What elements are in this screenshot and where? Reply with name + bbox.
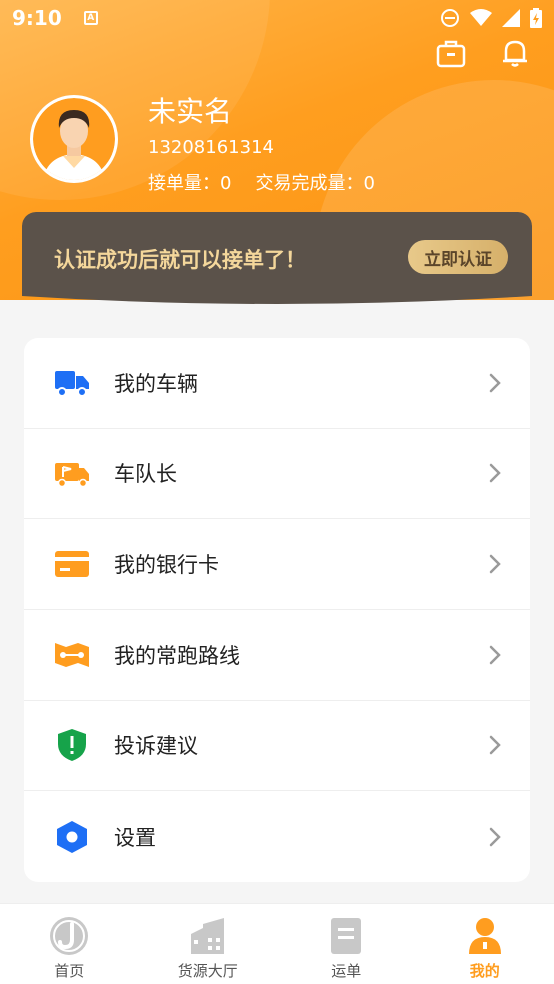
avatar[interactable]	[30, 95, 118, 183]
status-time: 9:10	[12, 6, 62, 30]
shield-alert-icon	[54, 727, 90, 763]
home-logo-icon	[50, 917, 89, 955]
menu-item-settings[interactable]: 设置	[24, 791, 530, 882]
briefcase-icon[interactable]	[434, 36, 468, 70]
menu-item-label: 我的常跑路线	[114, 643, 240, 668]
verification-message: 认证成功后就可以接单了！	[54, 248, 306, 272]
menu-item-my-vehicles[interactable]: 我的车辆	[24, 338, 530, 429]
tab-cargo-hall[interactable]: 货源大厅	[139, 904, 278, 984]
user-phone: 13208161314	[148, 137, 274, 158]
battery-icon	[530, 8, 542, 28]
fleet-flag-icon	[54, 455, 90, 491]
tab-mine[interactable]: 我的	[416, 904, 554, 984]
waybill-icon	[331, 918, 362, 954]
route-map-icon	[54, 637, 90, 673]
tab-label: 运单	[331, 962, 362, 980]
settings-hexagon-icon	[54, 819, 90, 855]
bank-card-icon	[54, 546, 90, 582]
user-stats: 接单量：0 交易完成量：0	[148, 169, 375, 195]
menu-item-label: 设置	[114, 825, 156, 850]
orders-count: 接单量：0	[148, 173, 232, 194]
status-bar: 9:10 A	[0, 0, 554, 36]
menu-item-label: 我的银行卡	[114, 553, 219, 578]
menu-list: 我的车辆 车队长 我的银行卡 我的常跑路线 投诉建议 设置	[24, 338, 530, 882]
building-icon	[190, 918, 224, 954]
user-name: 未实名	[148, 95, 233, 128]
do-not-disturb-icon	[441, 9, 459, 27]
tab-waybill[interactable]: 运单	[277, 904, 416, 984]
menu-item-fleet-captain[interactable]: 车队长	[24, 429, 530, 520]
user-avatar-icon	[33, 98, 115, 180]
menu-item-frequent-routes[interactable]: 我的常跑路线	[24, 610, 530, 701]
menu-item-label: 投诉建议	[114, 734, 198, 759]
person-icon	[468, 918, 501, 954]
chevron-right-icon	[489, 645, 501, 665]
tab-home[interactable]: 首页	[0, 904, 139, 984]
bottom-tab-bar: 首页 货源大厅 运单 我的	[0, 903, 554, 984]
menu-item-label: 我的车辆	[114, 371, 198, 396]
notification-icon: A	[83, 11, 98, 25]
chevron-right-icon	[489, 554, 501, 574]
bell-icon[interactable]	[498, 36, 532, 70]
chevron-right-icon	[489, 827, 501, 846]
menu-item-bank-card[interactable]: 我的银行卡	[24, 519, 530, 610]
chevron-right-icon	[489, 464, 501, 483]
truck-icon	[54, 365, 90, 401]
chevron-right-icon	[489, 373, 501, 393]
menu-item-complaints[interactable]: 投诉建议	[24, 701, 530, 792]
wifi-icon	[470, 9, 492, 26]
verify-now-button[interactable]: 立即认证	[408, 240, 508, 274]
menu-item-label: 车队长	[114, 462, 177, 487]
tab-label: 货源大厅	[177, 962, 238, 980]
chevron-right-icon	[489, 736, 501, 755]
verification-banner: 认证成功后就可以接单了！ 立即认证	[22, 212, 532, 308]
tab-label: 我的	[469, 962, 500, 980]
tab-label: 首页	[54, 962, 85, 980]
completed-count: 交易完成量：0	[255, 173, 375, 194]
signal-icon	[502, 9, 520, 27]
